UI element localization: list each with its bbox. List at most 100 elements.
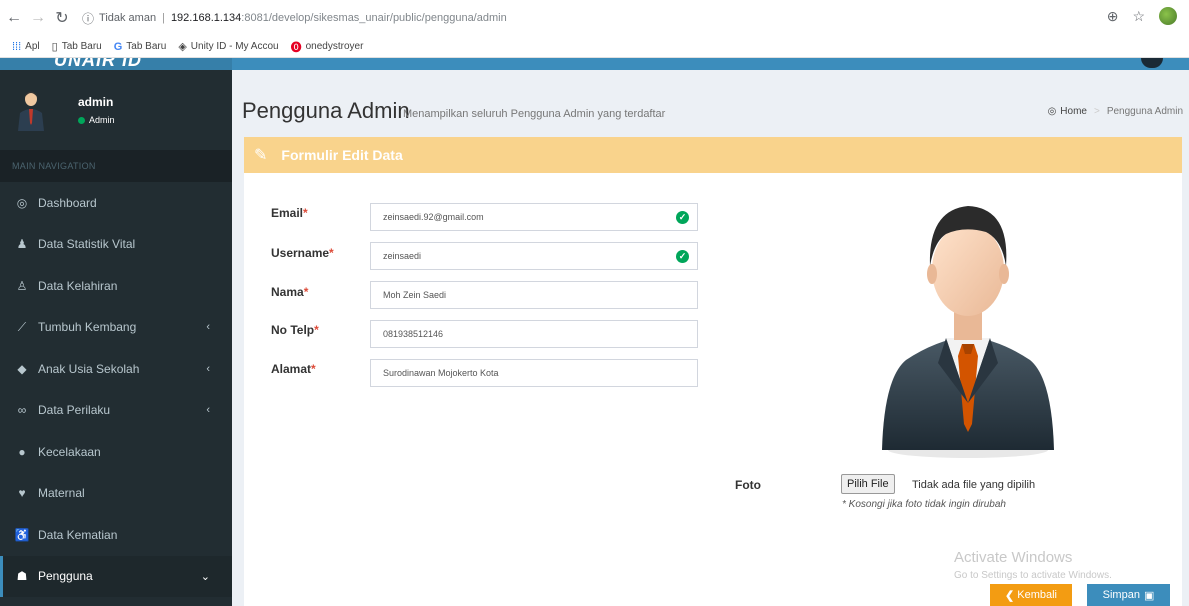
info-icon[interactable]: ⓘ xyxy=(82,10,94,27)
chevron-left-icon: ‹ xyxy=(206,362,210,375)
sidebar-item-label: Dashboard xyxy=(38,195,97,210)
no-telp-field[interactable]: 081938512146 xyxy=(370,320,698,348)
sidebar-item-maternal[interactable]: ♥ Maternal xyxy=(0,473,232,515)
save-button[interactable]: Simpan ▣ xyxy=(1087,584,1170,606)
dashboard-icon: ◎ xyxy=(1047,106,1057,117)
breadcrumb-home[interactable]: Home xyxy=(1060,106,1087,117)
back-button-label: Kembali xyxy=(1017,589,1057,601)
bookmark-tab-baru-2[interactable]: G Tab Baru xyxy=(114,41,167,53)
box-title: Formulir Edit Data xyxy=(281,147,403,163)
forward-arrow-icon[interactable]: → xyxy=(28,9,48,27)
pinterest-icon: ⓿ xyxy=(290,41,302,54)
zoom-icon[interactable]: ⊕ xyxy=(1107,8,1119,25)
nama-label: Nama* xyxy=(271,285,308,299)
no-telp-value: 081938512146 xyxy=(383,329,444,339)
required-mark: * xyxy=(303,285,309,299)
nama-value: Moh Zein Saedi xyxy=(383,290,447,300)
bookmark-label: Tab Baru xyxy=(61,41,102,52)
sidebar-item-kelahiran[interactable]: ♙ Data Kelahiran xyxy=(0,265,232,307)
address-bar[interactable]: ⓘ Tidak aman | 192.168.1.134 :8081/devel… xyxy=(82,6,1042,30)
required-mark: * xyxy=(329,246,334,260)
url-host: 192.168.1.134 xyxy=(170,12,242,24)
line-chart-icon: ⟋ xyxy=(17,319,27,334)
label-text: Nama xyxy=(271,285,304,299)
floppy-disk-icon: ▣ xyxy=(1143,589,1155,602)
bookmarks-bar: ⁞⁞⁞ Apl ▯ Tab Baru G Tab Baru ◈ Unity ID… xyxy=(0,36,1189,58)
sidebar-item-kematian[interactable]: ♿ Data Kematian xyxy=(0,514,232,556)
pencil-icon: ✎ xyxy=(254,147,268,164)
sidebar-item-pengguna[interactable]: ☗ Pengguna ⌄ xyxy=(0,555,232,597)
alamat-field[interactable]: Surodinawan Mojokerto Kota xyxy=(370,359,698,387)
graduation-cap-icon: ◆ xyxy=(17,361,27,376)
file-help-text: * Kosongi jika foto tidak ingin dirubah xyxy=(842,499,1006,510)
star-icon[interactable]: ☆ xyxy=(1132,8,1145,25)
label-text: Alamat xyxy=(271,362,312,376)
file-status: Tidak ada file yang dipilih xyxy=(912,479,1036,491)
sidebar-item-perilaku[interactable]: ∞ Data Perilaku ‹ xyxy=(0,390,232,432)
required-mark: * xyxy=(314,323,319,337)
nav-header: MAIN NAVIGATION xyxy=(0,150,232,182)
bookmark-tab-baru-1[interactable]: ▯ Tab Baru xyxy=(52,40,102,53)
user-panel: admin Admin xyxy=(0,70,232,150)
reload-icon[interactable]: ↻ xyxy=(52,8,72,28)
page-title: Pengguna Admin xyxy=(242,98,410,123)
breadcrumb: ◎ Home > Pengguna Admin xyxy=(1048,106,1183,117)
bookmark-pinterest[interactable]: ⓿ onedystroyer xyxy=(291,39,364,55)
google-icon: G xyxy=(113,40,123,53)
blind-icon: ♿ xyxy=(14,527,30,542)
sidebar-item-dashboard[interactable]: ◎ Dashboard xyxy=(0,182,232,224)
label-text: Username xyxy=(271,246,330,260)
user-name: admin xyxy=(78,95,114,109)
extension-icon[interactable] xyxy=(1159,7,1177,25)
sidebar-item-label: Tumbuh Kembang xyxy=(38,320,137,335)
online-dot-icon xyxy=(78,116,85,124)
label-text: No Telp xyxy=(271,323,315,337)
email-field[interactable]: zeinsaedi.92@gmail.com ✓ xyxy=(370,203,698,231)
box-header: ✎ Formulir Edit Data xyxy=(244,137,1182,173)
apps-grid-icon: ⁞⁞⁞ xyxy=(12,40,22,53)
chevron-down-icon: ⌄ xyxy=(200,570,210,583)
sidebar-item-kecelakaan[interactable]: ● Kecelakaan xyxy=(0,431,232,473)
user-icon: ♟ xyxy=(16,237,28,252)
dashboard-icon: ◎ xyxy=(16,195,28,210)
username-field[interactable]: zeinsaedi ✓ xyxy=(370,242,698,270)
sidebar-item-label: Data Statistik Vital xyxy=(38,237,136,252)
security-label: Tidak aman xyxy=(99,12,157,24)
sidebar-item-label: Kecelakaan xyxy=(38,444,101,459)
check-circle-icon: ✓ xyxy=(676,211,689,224)
choose-file-button[interactable]: Pilih File xyxy=(841,474,895,494)
sidebar: admin Admin MAIN NAVIGATION ◎ Dashboard … xyxy=(0,70,232,606)
sidebar-item-tumbuh-kembang[interactable]: ⟋ Tumbuh Kembang ‹ xyxy=(0,307,232,349)
sidebar-item-anak-usia-sekolah[interactable]: ◆ Anak Usia Sekolah ‹ xyxy=(0,348,232,390)
browser-toolbar: ← → ↻ ⓘ Tidak aman | 192.168.1.134 :8081… xyxy=(0,0,1189,36)
sidebar-item-statistik-vital[interactable]: ♟ Data Statistik Vital xyxy=(0,224,232,266)
back-arrow-icon[interactable]: ← xyxy=(4,9,24,27)
child-icon: ♙ xyxy=(16,278,28,293)
email-label: Email* xyxy=(271,206,308,220)
user-status: Admin xyxy=(78,115,115,125)
back-button[interactable]: ❮ Kembali xyxy=(990,584,1072,606)
activate-windows-watermark: Activate Windows Go to Settings to activ… xyxy=(954,549,1112,581)
sidebar-item-label: Anak Usia Sekolah xyxy=(38,361,140,376)
chevron-left-icon: ‹ xyxy=(206,321,210,334)
required-mark: * xyxy=(303,206,308,220)
breadcrumb-separator: > xyxy=(1093,106,1100,117)
watermark-line2: Go to Settings to activate Windows. xyxy=(954,570,1112,581)
save-button-label: Simpan xyxy=(1102,589,1140,601)
bookmark-unity[interactable]: ◈ Unity ID - My Accou xyxy=(178,40,278,53)
bookmark-label: Apl xyxy=(25,41,40,52)
url-path: :8081/develop/sikesmas_unair/public/peng… xyxy=(241,12,507,24)
page-subtitle: Menampilkan seluruh Pengguna Admin yang … xyxy=(403,108,666,120)
logo-text: UNAIR ID xyxy=(54,58,142,70)
unity-icon: ◈ xyxy=(178,41,187,53)
no-telp-label: No Telp* xyxy=(271,323,319,337)
bookmark-label: Tab Baru xyxy=(126,41,167,52)
watermark-line1: Activate Windows xyxy=(954,549,1073,566)
nama-field[interactable]: Moh Zein Saedi xyxy=(370,281,698,309)
bookmark-apps[interactable]: ⁞⁞⁞ Apl xyxy=(12,41,40,53)
breadcrumb-current: Pengguna Admin xyxy=(1106,106,1183,117)
sidebar-item-label: Pengguna xyxy=(38,569,93,584)
user-role-label: Admin xyxy=(89,115,115,125)
app-logo[interactable]: UNAIR ID xyxy=(0,58,232,70)
sidebar-item-label: Data Perilaku xyxy=(38,403,111,418)
